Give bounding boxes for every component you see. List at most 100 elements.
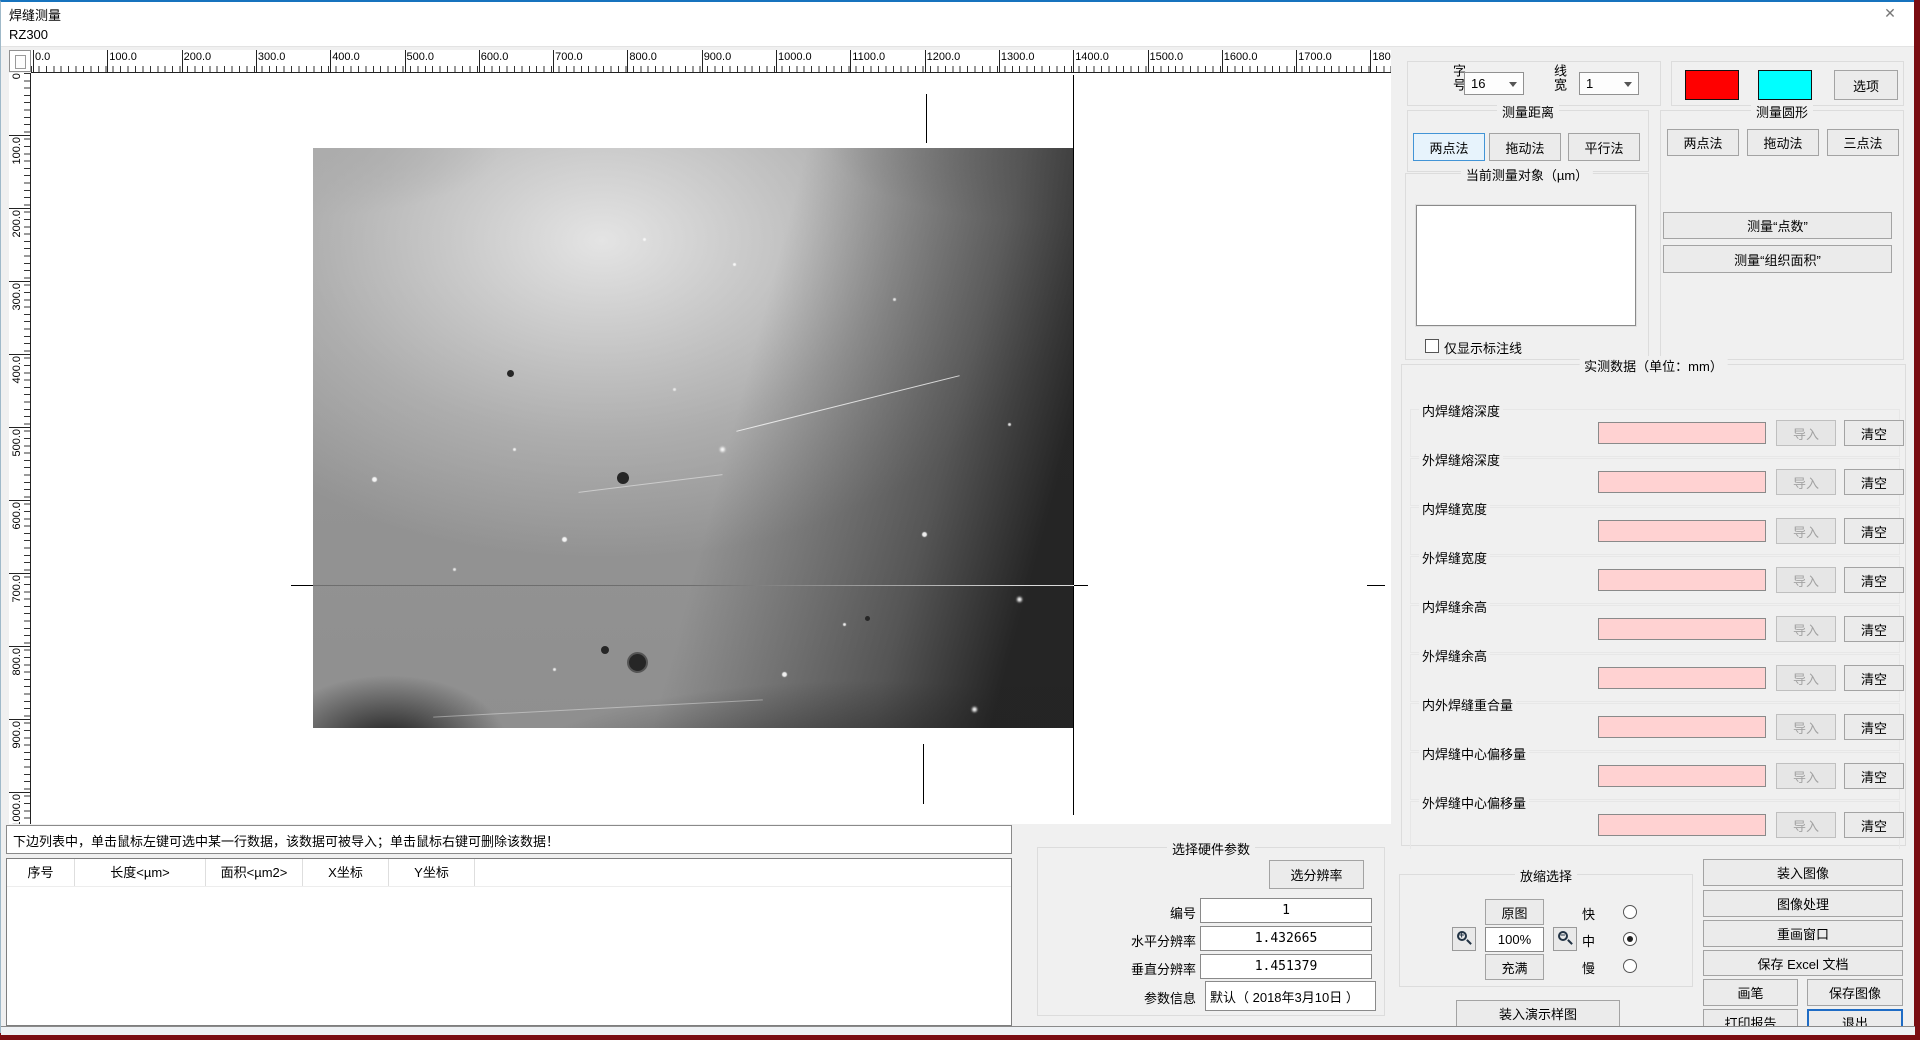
save-image-button[interactable]: 保存图像 [1807,979,1903,1006]
measured-value-input[interactable] [1598,618,1766,640]
measure-points-button[interactable]: 测量“点数” [1663,212,1892,239]
options-button[interactable]: 选项 [1834,70,1898,100]
import-button[interactable]: 导入 [1776,420,1836,446]
color-options-group: 选项 [1671,61,1904,106]
ruler-label: 900.0 [704,51,732,63]
close-icon[interactable]: ✕ [1870,3,1910,23]
clear-button[interactable]: 清空 [1844,714,1904,740]
annotation-only-checkbox[interactable] [1425,339,1439,353]
circle-three-point-button[interactable]: 三点法 [1827,129,1899,156]
ruler-major-tick [925,50,926,73]
measured-value-input[interactable] [1598,471,1766,493]
clear-button[interactable]: 清空 [1844,420,1904,446]
line-width-select[interactable]: 1 [1579,72,1639,95]
clear-button[interactable]: 清空 [1844,763,1904,789]
measured-value-input[interactable] [1598,569,1766,591]
original-size-button[interactable]: 原图 [1485,899,1544,925]
weld-specimen-image [313,148,1073,728]
import-button[interactable]: 导入 [1776,665,1836,691]
scratch-mark [736,375,959,432]
hw-vres-field[interactable] [1200,954,1372,979]
window-title: 焊缝测量 [9,5,61,24]
ruler-label: 500.0 [11,429,23,457]
image-processing-button[interactable]: 图像处理 [1703,890,1903,917]
redraw-window-button[interactable]: 重画窗口 [1703,920,1903,947]
measured-row-label: 内焊缝余高 [1419,597,1490,616]
ruler-major-tick [1370,50,1371,73]
import-button[interactable]: 导入 [1776,518,1836,544]
hw-label-info: 参数信息 [1038,988,1196,1007]
measured-value-input[interactable] [1598,520,1766,542]
measured-value-input[interactable] [1598,814,1766,836]
circle-two-point-button[interactable]: 两点法 [1667,129,1739,156]
hw-number-field[interactable] [1200,898,1372,923]
clear-button[interactable]: 清空 [1844,616,1904,642]
distance-drag-button[interactable]: 拖动法 [1489,133,1561,161]
clear-button[interactable]: 清空 [1844,665,1904,691]
ruler-major-tick [182,50,183,73]
load-demo-image-button[interactable]: 装入演示样图 [1456,1000,1620,1027]
measured-value-input[interactable] [1598,422,1766,444]
column-header-length[interactable]: 长度<µm> [75,859,206,886]
measured-data-title: 实测数据（单位：mm） [1579,356,1728,375]
clear-button[interactable]: 清空 [1844,567,1904,593]
column-header-area[interactable]: 面积<µm2> [206,859,303,886]
ruler-label: 800.0 [629,51,657,63]
ruler-major-tick [702,50,703,73]
clear-button[interactable]: 清空 [1844,518,1904,544]
measured-value-input[interactable] [1598,716,1766,738]
clear-button[interactable]: 清空 [1844,812,1904,838]
font-size-select[interactable]: 16 [1464,72,1524,95]
window-bottom-strip [1,1026,1915,1035]
load-image-button[interactable]: 装入图像 [1703,859,1903,886]
import-button[interactable]: 导入 [1776,714,1836,740]
ruler-label: 1600.0 [1224,51,1258,63]
measured-value-input[interactable] [1598,667,1766,689]
speed-radio[interactable] [1623,905,1637,919]
column-header-x[interactable]: X坐标 [303,859,389,886]
column-header-index[interactable]: 序号 [7,859,75,886]
desktop: 焊缝测量 ✕ RZ300 0.0100.0200.0300.0400.0500.… [0,0,1920,1040]
ruler-major-tick [1222,50,1223,73]
distance-two-point-button[interactable]: 两点法 [1413,133,1485,161]
secondary-color-swatch[interactable] [1758,70,1812,100]
import-button[interactable]: 导入 [1776,812,1836,838]
import-button[interactable]: 导入 [1776,616,1836,642]
crosshair-horizontal-line [291,585,1088,586]
speed-radio[interactable] [1623,932,1637,946]
ruler-label: 1100.0 [852,51,885,63]
measurement-canvas[interactable] [31,73,1391,824]
measure-area-button[interactable]: 测量“组织面积” [1663,245,1892,273]
column-header-y[interactable]: Y坐标 [389,859,475,886]
measured-row-label: 外焊缝中心偏移量 [1419,793,1529,812]
save-excel-button[interactable]: 保存 Excel 文档 [1703,950,1903,976]
circle-drag-button[interactable]: 拖动法 [1747,129,1819,156]
pen-button[interactable]: 画笔 [1703,979,1798,1006]
page-icon [15,55,26,69]
speed-medium-label: 中 [1582,931,1595,950]
import-button[interactable]: 导入 [1776,567,1836,593]
measured-row-label: 外焊缝熔深度 [1419,450,1503,469]
zoom-in-icon[interactable]: + [1452,927,1476,951]
fit-button[interactable]: 充满 [1485,954,1544,980]
ruler-label: 700.0 [555,51,583,63]
hw-info-field[interactable] [1205,981,1376,1011]
primary-color-swatch[interactable] [1685,70,1739,100]
distance-parallel-button[interactable]: 平行法 [1568,133,1640,161]
zoom-percent-field[interactable] [1485,927,1544,952]
clear-button[interactable]: 清空 [1844,469,1904,495]
menu-item-rz300[interactable]: RZ300 [9,27,48,42]
speed-radio[interactable] [1623,959,1637,973]
hw-hres-field[interactable] [1200,926,1372,951]
speed-slow-label: 慢 [1582,958,1595,977]
data-table[interactable]: 序号 长度<µm> 面积<µm2> X坐标 Y坐标 [6,858,1012,1026]
import-button[interactable]: 导入 [1776,469,1836,495]
zoom-out-icon[interactable]: − [1553,927,1577,951]
menu-bar: RZ300 [1,24,1914,47]
chevron-down-icon [1509,82,1517,87]
import-button[interactable]: 导入 [1776,763,1836,789]
select-resolution-button[interactable]: 选分辨率 [1269,860,1364,889]
ruler-major-tick [256,50,257,73]
measured-value-input[interactable] [1598,765,1766,787]
ruler-major-tick [9,208,31,209]
